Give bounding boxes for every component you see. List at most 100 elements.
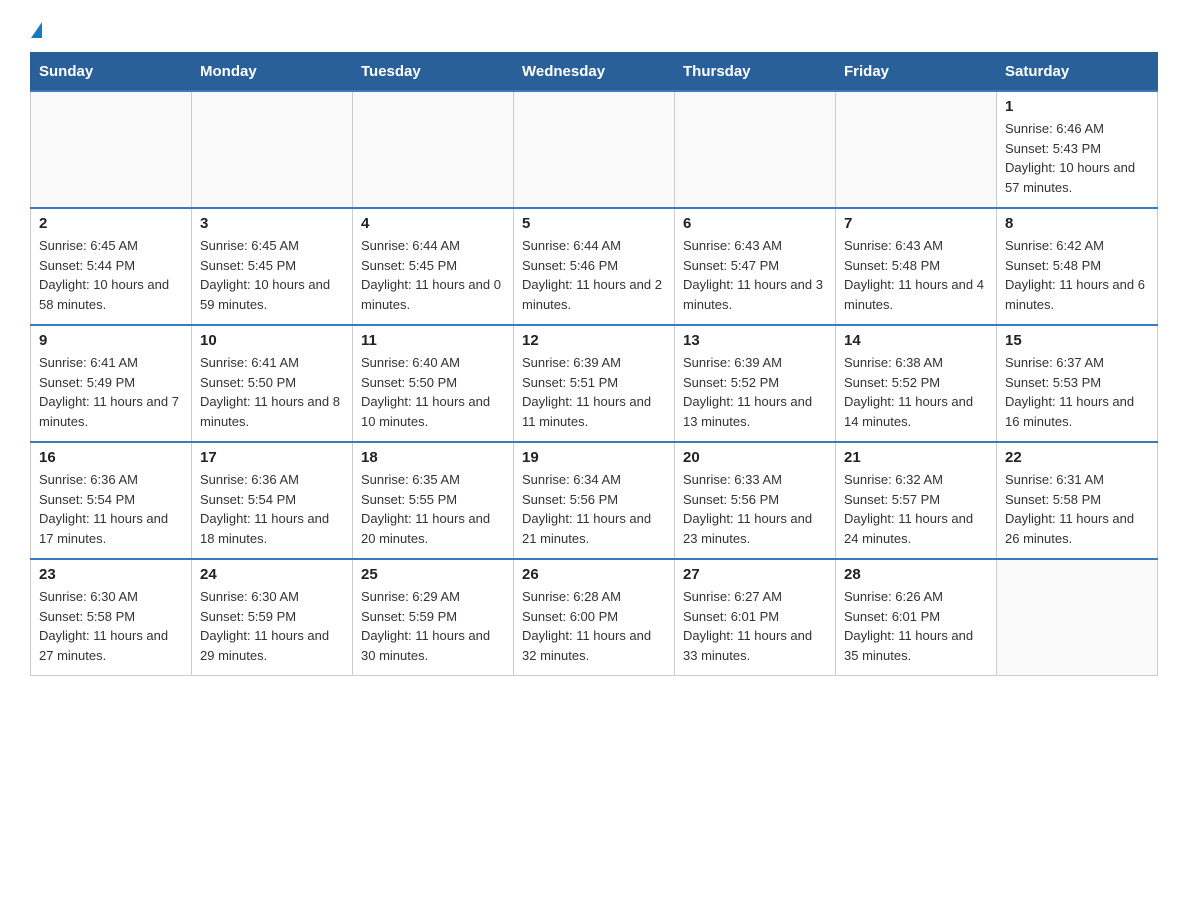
calendar-cell: 25 Sunrise: 6:29 AM Sunset: 5:59 PM Dayli…	[353, 559, 514, 676]
day-info: Sunrise: 6:41 AM Sunset: 5:49 PM Dayligh…	[39, 353, 183, 431]
day-header-tuesday: Tuesday	[353, 53, 514, 92]
calendar-cell: 12 Sunrise: 6:39 AM Sunset: 5:51 PM Dayli…	[514, 325, 675, 442]
day-number: 8	[1005, 215, 1149, 232]
day-header-wednesday: Wednesday	[514, 53, 675, 92]
logo	[30, 20, 42, 34]
calendar-cell	[31, 91, 192, 208]
day-number: 4	[361, 215, 505, 232]
calendar-cell: 26 Sunrise: 6:28 AM Sunset: 6:00 PM Dayli…	[514, 559, 675, 676]
day-info: Sunrise: 6:29 AM Sunset: 5:59 PM Dayligh…	[361, 587, 505, 665]
day-info: Sunrise: 6:31 AM Sunset: 5:58 PM Dayligh…	[1005, 470, 1149, 548]
calendar-cell: 5 Sunrise: 6:44 AM Sunset: 5:46 PM Daylig…	[514, 208, 675, 325]
calendar-cell: 15 Sunrise: 6:37 AM Sunset: 5:53 PM Dayli…	[997, 325, 1158, 442]
day-info: Sunrise: 6:44 AM Sunset: 5:45 PM Dayligh…	[361, 236, 505, 314]
day-header-sunday: Sunday	[31, 53, 192, 92]
day-number: 26	[522, 566, 666, 583]
day-number: 27	[683, 566, 827, 583]
day-info: Sunrise: 6:38 AM Sunset: 5:52 PM Dayligh…	[844, 353, 988, 431]
calendar-cell: 27 Sunrise: 6:27 AM Sunset: 6:01 PM Dayli…	[675, 559, 836, 676]
day-number: 20	[683, 449, 827, 466]
day-info: Sunrise: 6:35 AM Sunset: 5:55 PM Dayligh…	[361, 470, 505, 548]
calendar-cell	[353, 91, 514, 208]
day-info: Sunrise: 6:30 AM Sunset: 5:58 PM Dayligh…	[39, 587, 183, 665]
calendar-cell: 10Sunrise: 6:41 AM Sunset: 5:50 PM Dayli…	[192, 325, 353, 442]
day-number: 21	[844, 449, 988, 466]
calendar-cell: 16 Sunrise: 6:36 AM Sunset: 5:54 PM Dayli…	[31, 442, 192, 559]
day-header-monday: Monday	[192, 53, 353, 92]
week-row-2: 2 Sunrise: 6:45 AM Sunset: 5:44 PM Daylig…	[31, 208, 1158, 325]
calendar-cell: 8 Sunrise: 6:42 AM Sunset: 5:48 PM Daylig…	[997, 208, 1158, 325]
day-info: Sunrise: 6:45 AM Sunset: 5:45 PM Dayligh…	[200, 236, 344, 314]
day-info: Sunrise: 6:30 AM Sunset: 5:59 PM Dayligh…	[200, 587, 344, 665]
calendar-cell	[192, 91, 353, 208]
week-row-1: 1Sunrise: 6:46 AM Sunset: 5:43 PM Daylig…	[31, 91, 1158, 208]
calendar-cell: 19Sunrise: 6:34 AM Sunset: 5:56 PM Dayli…	[514, 442, 675, 559]
day-number: 23	[39, 566, 183, 583]
day-number: 18	[361, 449, 505, 466]
day-number: 22	[1005, 449, 1149, 466]
day-info: Sunrise: 6:39 AM Sunset: 5:52 PM Dayligh…	[683, 353, 827, 431]
day-info: Sunrise: 6:32 AM Sunset: 5:57 PM Dayligh…	[844, 470, 988, 548]
week-row-3: 9Sunrise: 6:41 AM Sunset: 5:49 PM Daylig…	[31, 325, 1158, 442]
day-info: Sunrise: 6:33 AM Sunset: 5:56 PM Dayligh…	[683, 470, 827, 548]
day-number: 10	[200, 332, 344, 349]
day-number: 17	[200, 449, 344, 466]
day-info: Sunrise: 6:36 AM Sunset: 5:54 PM Dayligh…	[39, 470, 183, 548]
calendar-cell	[997, 559, 1158, 676]
calendar-cell: 7 Sunrise: 6:43 AM Sunset: 5:48 PM Daylig…	[836, 208, 997, 325]
week-row-5: 23 Sunrise: 6:30 AM Sunset: 5:58 PM Dayli…	[31, 559, 1158, 676]
day-info: Sunrise: 6:46 AM Sunset: 5:43 PM Dayligh…	[1005, 119, 1149, 197]
calendar-cell	[836, 91, 997, 208]
calendar-cell: 24 Sunrise: 6:30 AM Sunset: 5:59 PM Dayli…	[192, 559, 353, 676]
day-number: 11	[361, 332, 505, 349]
day-info: Sunrise: 6:42 AM Sunset: 5:48 PM Dayligh…	[1005, 236, 1149, 314]
day-number: 14	[844, 332, 988, 349]
day-info: Sunrise: 6:43 AM Sunset: 5:47 PM Dayligh…	[683, 236, 827, 314]
calendar-header-row: SundayMondayTuesdayWednesdayThursdayFrid…	[31, 53, 1158, 92]
day-number: 2	[39, 215, 183, 232]
day-header-friday: Friday	[836, 53, 997, 92]
week-row-4: 16 Sunrise: 6:36 AM Sunset: 5:54 PM Dayli…	[31, 442, 1158, 559]
day-info: Sunrise: 6:37 AM Sunset: 5:53 PM Dayligh…	[1005, 353, 1149, 431]
day-number: 12	[522, 332, 666, 349]
calendar-cell: 17 Sunrise: 6:36 AM Sunset: 5:54 PM Dayli…	[192, 442, 353, 559]
calendar-cell	[675, 91, 836, 208]
calendar-cell: 1Sunrise: 6:46 AM Sunset: 5:43 PM Daylig…	[997, 91, 1158, 208]
day-number: 7	[844, 215, 988, 232]
logo-triangle-icon	[31, 22, 42, 38]
day-info: Sunrise: 6:26 AM Sunset: 6:01 PM Dayligh…	[844, 587, 988, 665]
calendar-table: SundayMondayTuesdayWednesdayThursdayFrid…	[30, 52, 1158, 676]
day-header-saturday: Saturday	[997, 53, 1158, 92]
calendar-cell: 28Sunrise: 6:26 AM Sunset: 6:01 PM Dayli…	[836, 559, 997, 676]
calendar-cell: 20 Sunrise: 6:33 AM Sunset: 5:56 PM Dayli…	[675, 442, 836, 559]
day-number: 13	[683, 332, 827, 349]
day-number: 16	[39, 449, 183, 466]
day-info: Sunrise: 6:28 AM Sunset: 6:00 PM Dayligh…	[522, 587, 666, 665]
calendar-cell: 18 Sunrise: 6:35 AM Sunset: 5:55 PM Dayli…	[353, 442, 514, 559]
day-number: 25	[361, 566, 505, 583]
calendar-cell: 6Sunrise: 6:43 AM Sunset: 5:47 PM Daylig…	[675, 208, 836, 325]
day-number: 15	[1005, 332, 1149, 349]
calendar-cell: 2 Sunrise: 6:45 AM Sunset: 5:44 PM Daylig…	[31, 208, 192, 325]
day-info: Sunrise: 6:39 AM Sunset: 5:51 PM Dayligh…	[522, 353, 666, 431]
calendar-cell: 14 Sunrise: 6:38 AM Sunset: 5:52 PM Dayli…	[836, 325, 997, 442]
calendar-cell: 3 Sunrise: 6:45 AM Sunset: 5:45 PM Daylig…	[192, 208, 353, 325]
calendar-cell	[514, 91, 675, 208]
day-info: Sunrise: 6:44 AM Sunset: 5:46 PM Dayligh…	[522, 236, 666, 314]
calendar-cell: 22 Sunrise: 6:31 AM Sunset: 5:58 PM Dayli…	[997, 442, 1158, 559]
calendar-cell: 4 Sunrise: 6:44 AM Sunset: 5:45 PM Daylig…	[353, 208, 514, 325]
calendar-cell: 13 Sunrise: 6:39 AM Sunset: 5:52 PM Dayli…	[675, 325, 836, 442]
day-number: 3	[200, 215, 344, 232]
day-number: 24	[200, 566, 344, 583]
calendar-cell: 21 Sunrise: 6:32 AM Sunset: 5:57 PM Dayli…	[836, 442, 997, 559]
day-header-thursday: Thursday	[675, 53, 836, 92]
page-header	[30, 20, 1158, 34]
calendar-cell: 23 Sunrise: 6:30 AM Sunset: 5:58 PM Dayli…	[31, 559, 192, 676]
day-number: 5	[522, 215, 666, 232]
day-info: Sunrise: 6:36 AM Sunset: 5:54 PM Dayligh…	[200, 470, 344, 548]
calendar-cell: 9Sunrise: 6:41 AM Sunset: 5:49 PM Daylig…	[31, 325, 192, 442]
day-info: Sunrise: 6:27 AM Sunset: 6:01 PM Dayligh…	[683, 587, 827, 665]
day-info: Sunrise: 6:45 AM Sunset: 5:44 PM Dayligh…	[39, 236, 183, 314]
day-info: Sunrise: 6:43 AM Sunset: 5:48 PM Dayligh…	[844, 236, 988, 314]
day-info: Sunrise: 6:40 AM Sunset: 5:50 PM Dayligh…	[361, 353, 505, 431]
